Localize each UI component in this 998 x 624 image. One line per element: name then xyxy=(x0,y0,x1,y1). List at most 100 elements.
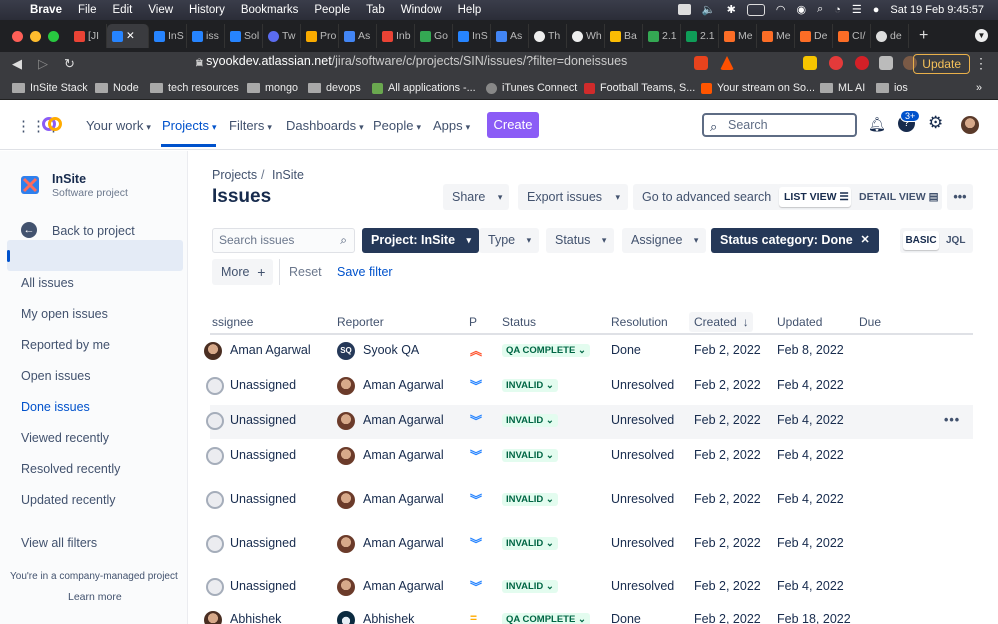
minimize-window-icon[interactable] xyxy=(30,30,41,42)
browser-tab[interactable]: As xyxy=(491,24,529,48)
brave-rewards-icon[interactable] xyxy=(720,56,734,70)
sidebar-item-done-issues[interactable]: Done issues xyxy=(21,400,90,414)
user-avatar[interactable] xyxy=(961,116,979,134)
nav-people[interactable]: People ▾ xyxy=(373,118,421,133)
browser-tab[interactable]: de xyxy=(871,24,909,48)
status-filter-button[interactable]: Status ▾ xyxy=(546,228,615,253)
chat-status-icon[interactable] xyxy=(677,4,691,15)
browser-tab[interactable]: iss xyxy=(187,24,225,48)
browser-tab[interactable]: Tw xyxy=(263,24,301,48)
column-header-assignee[interactable]: ssignee xyxy=(212,315,253,329)
list-view-button[interactable]: LIST VIEW ☰ xyxy=(779,187,851,207)
status-lozenge[interactable]: INVALID ⌄ xyxy=(502,493,558,506)
bookmark-item[interactable]: InSite Stack xyxy=(12,82,88,94)
detail-view-button[interactable]: DETAIL VIEW ▤ xyxy=(859,187,939,207)
global-search-input[interactable]: ⌕ Search xyxy=(702,113,857,137)
close-tab-icon[interactable]: ✕ xyxy=(126,30,135,42)
export-issues-button[interactable]: Export issues ▾ xyxy=(518,184,629,210)
browser-tab[interactable]: InS xyxy=(149,24,187,48)
nav-apps[interactable]: Apps ▾ xyxy=(433,118,470,133)
sidebar-item-open-issues[interactable]: Open issues xyxy=(21,369,90,383)
column-header-status[interactable]: Status xyxy=(502,315,536,329)
menu-people[interactable]: People xyxy=(314,4,350,16)
project-name[interactable]: InSite xyxy=(52,172,86,186)
update-button[interactable]: Update xyxy=(913,54,970,74)
column-header-priority[interactable]: P xyxy=(469,315,477,329)
row-actions-icon[interactable]: ••• xyxy=(944,413,960,427)
browser-tab[interactable]: De xyxy=(795,24,833,48)
reporter-name[interactable]: Aman Agarwal xyxy=(363,378,444,392)
volume-icon[interactable]: 🔈 xyxy=(702,3,716,16)
nav-your-work[interactable]: Your work ▾ xyxy=(86,118,151,133)
back-to-project-link[interactable]: Back to project xyxy=(52,224,135,238)
browser-tab[interactable]: Pro xyxy=(301,24,339,48)
bookmark-item[interactable]: Your stream on So... xyxy=(701,82,815,94)
table-row[interactable] xyxy=(210,335,973,336)
jql-mode-button[interactable]: JQL xyxy=(946,231,965,250)
reporter-name[interactable]: Aman Agarwal xyxy=(363,536,444,550)
advanced-search-button[interactable]: Go to advanced search xyxy=(633,184,781,210)
clock[interactable]: Sat 19 Feb 9:45:57 xyxy=(890,4,984,16)
bookmark-item[interactable]: devops xyxy=(308,82,361,94)
bookmark-item[interactable]: Node xyxy=(95,82,139,94)
type-filter-button[interactable]: Type ▾ xyxy=(479,228,540,253)
menu-history[interactable]: History xyxy=(189,4,225,16)
extension-icon[interactable] xyxy=(855,56,869,70)
bookmark-item[interactable]: tech resources xyxy=(150,82,239,94)
siri-icon[interactable]: ● xyxy=(873,4,880,16)
status-lozenge[interactable]: INVALID ⌄ xyxy=(502,580,558,593)
project-avatar-icon[interactable] xyxy=(21,176,39,194)
share-button[interactable]: Share ▾ xyxy=(443,184,510,210)
sidebar-item-resolved-recently[interactable]: Resolved recently xyxy=(21,462,120,476)
column-header-updated[interactable]: Updated xyxy=(777,315,822,329)
browser-tab[interactable]: CI/ xyxy=(833,24,871,48)
back-arrow-icon[interactable]: ← xyxy=(21,222,37,238)
status-lozenge[interactable]: INVALID ⌄ xyxy=(502,537,558,550)
nav-filters[interactable]: Filters ▾ xyxy=(229,118,272,133)
browser-tab[interactable]: 2.1 xyxy=(643,24,681,48)
browser-tab[interactable]: Go xyxy=(415,24,453,48)
adblock-icon[interactable] xyxy=(829,56,843,70)
bookmark-item[interactable]: mongo xyxy=(247,82,298,94)
browser-tab[interactable]: Wh xyxy=(567,24,605,48)
reporter-name[interactable]: Aman Agarwal xyxy=(363,448,444,462)
bookmark-item[interactable]: ML AI xyxy=(820,82,865,94)
status-lozenge[interactable]: INVALID ⌄ xyxy=(502,449,558,462)
sidebar-item-view-all-filters[interactable]: View all filters xyxy=(21,536,97,550)
tab-search-icon[interactable]: ▼ xyxy=(975,29,988,42)
puzzle-icon[interactable] xyxy=(879,56,893,70)
browser-tab[interactable]: InS xyxy=(453,24,491,48)
bookmark-item[interactable]: Football Teams, S... xyxy=(584,82,695,94)
menu-view[interactable]: View xyxy=(148,4,173,16)
reporter-name[interactable]: Aman Agarwal xyxy=(363,579,444,593)
extension-icon[interactable] xyxy=(803,56,817,70)
reporter-name[interactable]: Aman Agarwal xyxy=(363,492,444,506)
table-row[interactable] xyxy=(210,484,973,485)
remove-filter-icon[interactable]: ✕ xyxy=(860,228,869,253)
assignee-filter-button[interactable]: Assignee ▾ xyxy=(622,228,707,253)
status-lozenge[interactable]: INVALID ⌄ xyxy=(502,379,558,392)
table-row[interactable] xyxy=(210,528,973,529)
status-lozenge[interactable]: INVALID ⌄ xyxy=(502,414,558,427)
wifi-icon[interactable]: ◠ xyxy=(776,3,786,16)
sidebar-item-all-issues[interactable]: All issues xyxy=(21,276,74,290)
browser-tab[interactable]: Th xyxy=(529,24,567,48)
table-row[interactable] xyxy=(210,571,973,572)
bookmark-item[interactable]: All applications -... xyxy=(372,82,476,94)
table-row[interactable] xyxy=(210,440,973,441)
new-tab-icon[interactable]: + xyxy=(919,27,928,45)
nav-dashboards[interactable]: Dashboards ▾ xyxy=(286,118,364,133)
settings-gear-icon[interactable]: ⚙ xyxy=(928,113,943,133)
learn-more-link[interactable]: Learn more xyxy=(68,591,122,603)
browser-tab[interactable]: 2.1 xyxy=(681,24,719,48)
url-field[interactable]: 🔒︎ syookdev.atlassian.net/jira/software/… xyxy=(196,54,627,69)
issue-search-input[interactable]: Search issues ⌕ xyxy=(212,228,355,253)
column-header-resolution[interactable]: Resolution xyxy=(611,315,668,329)
browser-tab-active[interactable]: ✕ xyxy=(107,24,149,48)
control-center-icon[interactable]: ☰ xyxy=(852,3,862,16)
reporter-name[interactable]: Syook QA xyxy=(363,343,419,357)
project-filter-button[interactable]: Project: InSite ▾ xyxy=(362,228,480,253)
column-header-reporter[interactable]: Reporter xyxy=(337,315,384,329)
status-category-filter-button[interactable]: Status category: Done ✕ xyxy=(711,228,879,253)
sidebar-item-viewed-recently[interactable]: Viewed recently xyxy=(21,431,109,445)
